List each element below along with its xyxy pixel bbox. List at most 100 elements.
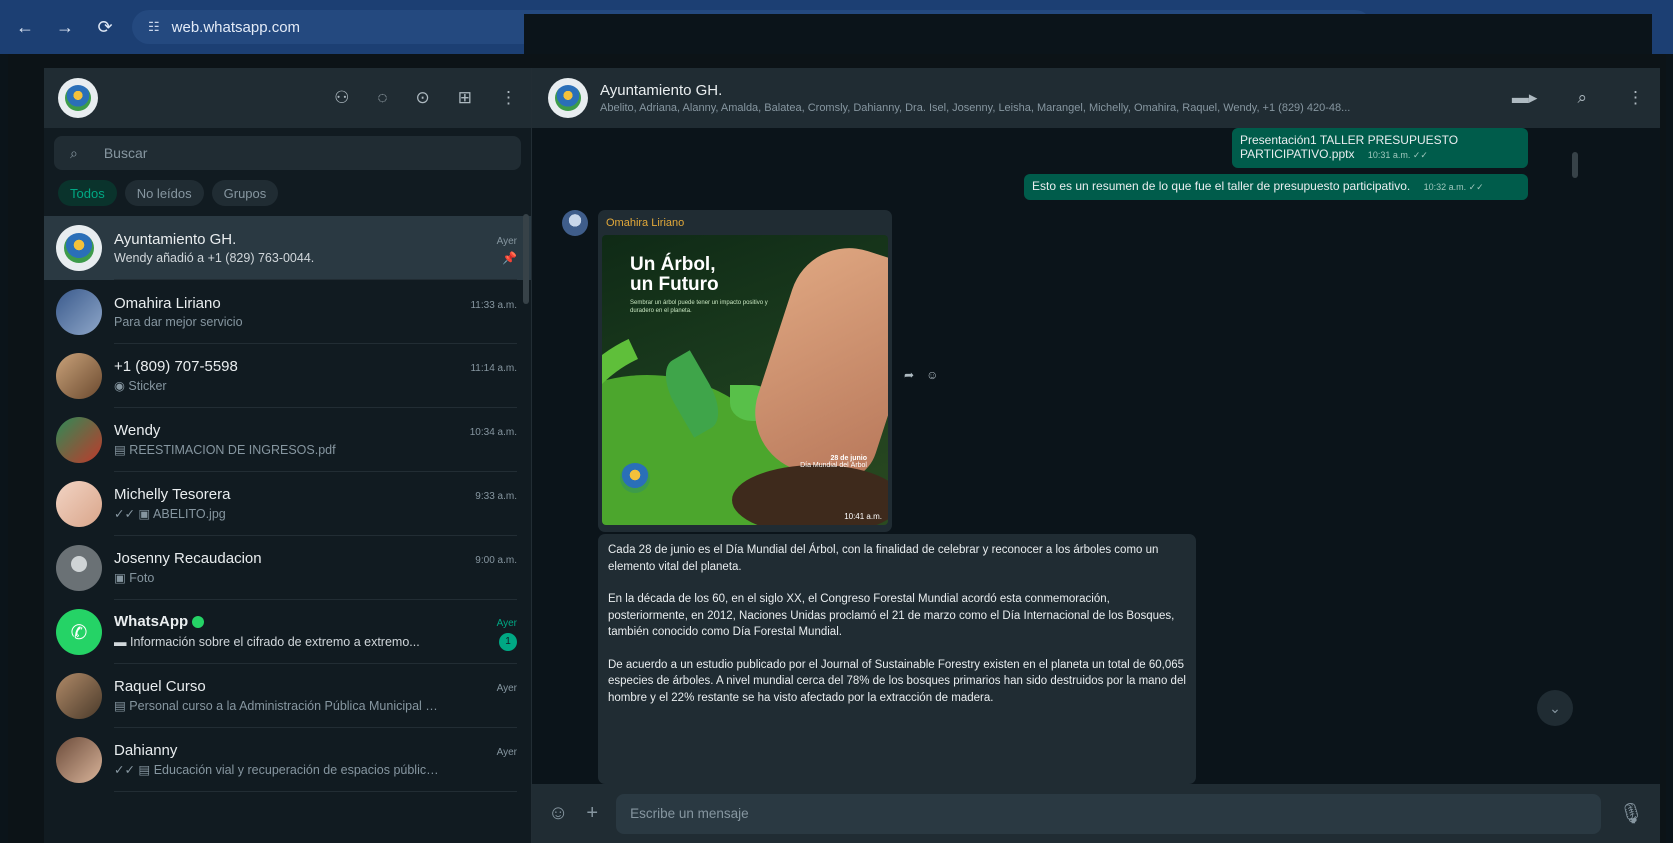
chat-name: WhatsApp bbox=[114, 613, 205, 630]
chat-preview: ◉ Sticker bbox=[114, 379, 167, 393]
avatar bbox=[56, 481, 102, 527]
incoming-text-message[interactable]: Cada 28 de junio es el Día Mundial del Á… bbox=[598, 534, 1196, 784]
site-settings-icon[interactable]: ☷ bbox=[148, 19, 160, 35]
chat-name: Ayuntamiento GH. bbox=[114, 230, 237, 248]
sender-avatar[interactable] bbox=[562, 210, 588, 236]
read-check-icon: ✓✓ bbox=[1412, 150, 1428, 160]
sidebar-menu-icon[interactable]: ⋮ bbox=[500, 88, 517, 108]
scroll-down-button[interactable]: ⌄ bbox=[1537, 690, 1573, 726]
search-icon: ⌕ bbox=[70, 144, 78, 161]
conversation-actions: ▬▸ ⌕ ⋮ bbox=[1512, 88, 1644, 108]
search-placeholder: Buscar bbox=[103, 145, 148, 161]
chat-name: Omahira Liriano bbox=[114, 294, 221, 312]
communities-icon[interactable]: ⚇ bbox=[334, 88, 349, 108]
chat-preview: ▣ Foto bbox=[114, 571, 155, 585]
chat-time: Ayer bbox=[496, 747, 517, 758]
chat-item[interactable]: Dahianny Ayer ✓✓ ▤ Educación vial y recu… bbox=[44, 728, 531, 792]
chat-list-panel: ⚇ ◌ ⊙ ⊞ ⋮ ⌕ Buscar Todos No leídos Grupo… bbox=[44, 68, 532, 843]
chat-time: Ayer bbox=[496, 617, 517, 629]
tree-day-poster-image[interactable]: Un Árbol, un Futuro Sembrar un árbol pued… bbox=[602, 235, 888, 525]
verified-icon bbox=[192, 615, 205, 628]
chat-item[interactable]: Ayuntamiento GH. Ayer Wendy añadió a +1 … bbox=[44, 216, 531, 280]
chat-preview: ▬ Información sobre el cifrado de extrem… bbox=[114, 634, 420, 649]
chat-filters: Todos No leídos Grupos bbox=[44, 176, 531, 216]
chat-time: 10:34 a.m. bbox=[469, 427, 517, 438]
conversation-title: Ayuntamiento GH. bbox=[600, 82, 723, 99]
my-profile-avatar[interactable] bbox=[58, 78, 98, 118]
react-emoji-icon[interactable]: ☺ bbox=[926, 368, 938, 382]
chat-item[interactable]: Raquel Curso Ayer ▤ Personal curso a la … bbox=[44, 664, 531, 728]
double-check-icon: ✓✓ bbox=[114, 507, 139, 521]
emoji-icon[interactable]: ☺ bbox=[548, 802, 568, 825]
chat-preview: ✓✓ ▣ ABELITO.jpg bbox=[114, 507, 226, 521]
poster-title: Un Árbol, un Futuro bbox=[630, 254, 719, 295]
chat-item[interactable]: ✆ WhatsApp Ayer ▬ Información sobre el c… bbox=[44, 600, 531, 664]
chat-time: 11:14 a.m. bbox=[470, 363, 517, 374]
incoming-image-message[interactable]: Omahira Liriano Un Árbol, un Futuro Sembr… bbox=[598, 210, 892, 532]
url-text: web.whatsapp.com bbox=[171, 18, 301, 36]
pin-icon: 📌 bbox=[502, 250, 517, 265]
chat-item[interactable]: Josenny Recaudacion 9:00 a.m. ▣ Foto bbox=[44, 536, 531, 600]
chat-name: Wendy bbox=[114, 422, 161, 439]
video-icon: ▬ bbox=[114, 634, 130, 649]
group-members: Abelito, Adriana, Alanny, Amalda, Balate… bbox=[600, 102, 1351, 114]
group-avatar[interactable] bbox=[548, 78, 588, 118]
browser-toolbar: ← → ⟳ ☷ web.whatsapp.com ⧉ ⌕ ★ ⇄ ⤓ ⋮ bbox=[0, 0, 1673, 789]
sticker-icon: ◉ bbox=[114, 379, 129, 393]
message-area[interactable]: Presentación1 TALLER PRESUPUESTO PARTICI… bbox=[532, 128, 1660, 784]
chat-item[interactable]: Wendy 10:34 a.m. ▤ REESTIMACION DE INGRE… bbox=[44, 408, 531, 472]
message-input[interactable] bbox=[616, 793, 1601, 834]
forward-icon[interactable]: ➦ bbox=[904, 368, 914, 382]
outgoing-file-message[interactable]: Presentación1 TALLER PRESUPUESTO PARTICI… bbox=[1232, 128, 1528, 168]
message-paragraph: De acuerdo a un estudio publicado por el… bbox=[608, 658, 1186, 704]
message-scrollbar[interactable] bbox=[1572, 152, 1578, 178]
avatar bbox=[56, 737, 102, 783]
microphone-icon[interactable]: 🎙 bbox=[1619, 801, 1644, 826]
avatar bbox=[56, 673, 102, 719]
municipal-seal-icon bbox=[65, 85, 91, 111]
search-messages-icon[interactable]: ⌕ bbox=[1577, 88, 1587, 108]
sender-name: Omahira Liriano bbox=[606, 217, 685, 229]
chat-time: Ayer bbox=[496, 683, 517, 694]
default-avatar-icon bbox=[56, 545, 102, 591]
channels-icon[interactable]: ⊙ bbox=[416, 88, 430, 108]
chat-time: 11:33 a.m. bbox=[470, 299, 517, 311]
chat-name: Michelly Tesorera bbox=[114, 486, 231, 503]
conversation-header[interactable]: Ayuntamiento GH. Abelito, Adriana, Alann… bbox=[532, 68, 1660, 128]
search-row: ⌕ Buscar bbox=[44, 128, 531, 176]
chat-item[interactable]: +1 (809) 707-5598 11:14 a.m. ◉ Sticker bbox=[44, 344, 531, 408]
camera-icon: ▣ bbox=[114, 571, 130, 585]
chat-item[interactable]: Omahira Liriano 11:33 a.m. Para dar mejo… bbox=[44, 280, 531, 344]
chat-time: Ayer bbox=[496, 235, 517, 247]
search-input[interactable]: ⌕ Buscar bbox=[54, 136, 521, 170]
chat-list-scrollbar[interactable] bbox=[523, 214, 529, 304]
chat-item[interactable]: Michelly Tesorera 9:33 a.m. ✓✓ ▣ ABELITO… bbox=[44, 472, 531, 536]
video-call-icon[interactable]: ▬▸ bbox=[1512, 88, 1538, 108]
message-time: 10:32 a.m. ✓✓ bbox=[1423, 182, 1484, 192]
avatar bbox=[56, 289, 102, 335]
back-icon[interactable]: ← bbox=[16, 17, 34, 38]
document-icon: ▤ bbox=[138, 763, 154, 777]
sidebar-header-actions: ⚇ ◌ ⊙ ⊞ ⋮ bbox=[334, 88, 517, 108]
image-icon: ▣ bbox=[138, 507, 154, 521]
filter-unread[interactable]: No leídos bbox=[124, 180, 204, 206]
image-actions: ➦ ☺ bbox=[904, 368, 938, 382]
chat-preview: ▤ REESTIMACION DE INGRESOS.pdf bbox=[114, 443, 336, 457]
sidebar-header: ⚇ ◌ ⊙ ⊞ ⋮ bbox=[44, 68, 531, 128]
whatsapp-app: ⚇ ◌ ⊙ ⊞ ⋮ ⌕ Buscar Todos No leídos Grupo… bbox=[8, 54, 1666, 843]
avatar bbox=[56, 225, 102, 271]
filter-groups[interactable]: Grupos bbox=[211, 180, 279, 206]
chat-preview: ✓✓ ▤ Educación vial y recuperación de es… bbox=[114, 763, 444, 777]
outgoing-text-message[interactable]: Esto es un resumen de lo que fue el tall… bbox=[1024, 174, 1528, 200]
attach-plus-icon[interactable]: + bbox=[586, 802, 598, 825]
new-chat-icon[interactable]: ⊞ bbox=[458, 88, 472, 108]
reload-icon[interactable]: ⟳ bbox=[96, 17, 114, 38]
filter-all[interactable]: Todos bbox=[58, 180, 117, 206]
poster-date: 28 de junio Día Mundial del Árbol bbox=[800, 455, 867, 469]
message-composer: ☺ + 🎙 bbox=[532, 784, 1660, 843]
message-paragraph: En la década de los 60, en el siglo XX, … bbox=[608, 593, 1175, 638]
status-icon[interactable]: ◌ bbox=[377, 88, 387, 108]
conversation-menu-icon[interactable]: ⋮ bbox=[1627, 88, 1644, 108]
forward-icon[interactable]: → bbox=[56, 17, 74, 38]
municipal-seal-icon bbox=[620, 463, 650, 493]
